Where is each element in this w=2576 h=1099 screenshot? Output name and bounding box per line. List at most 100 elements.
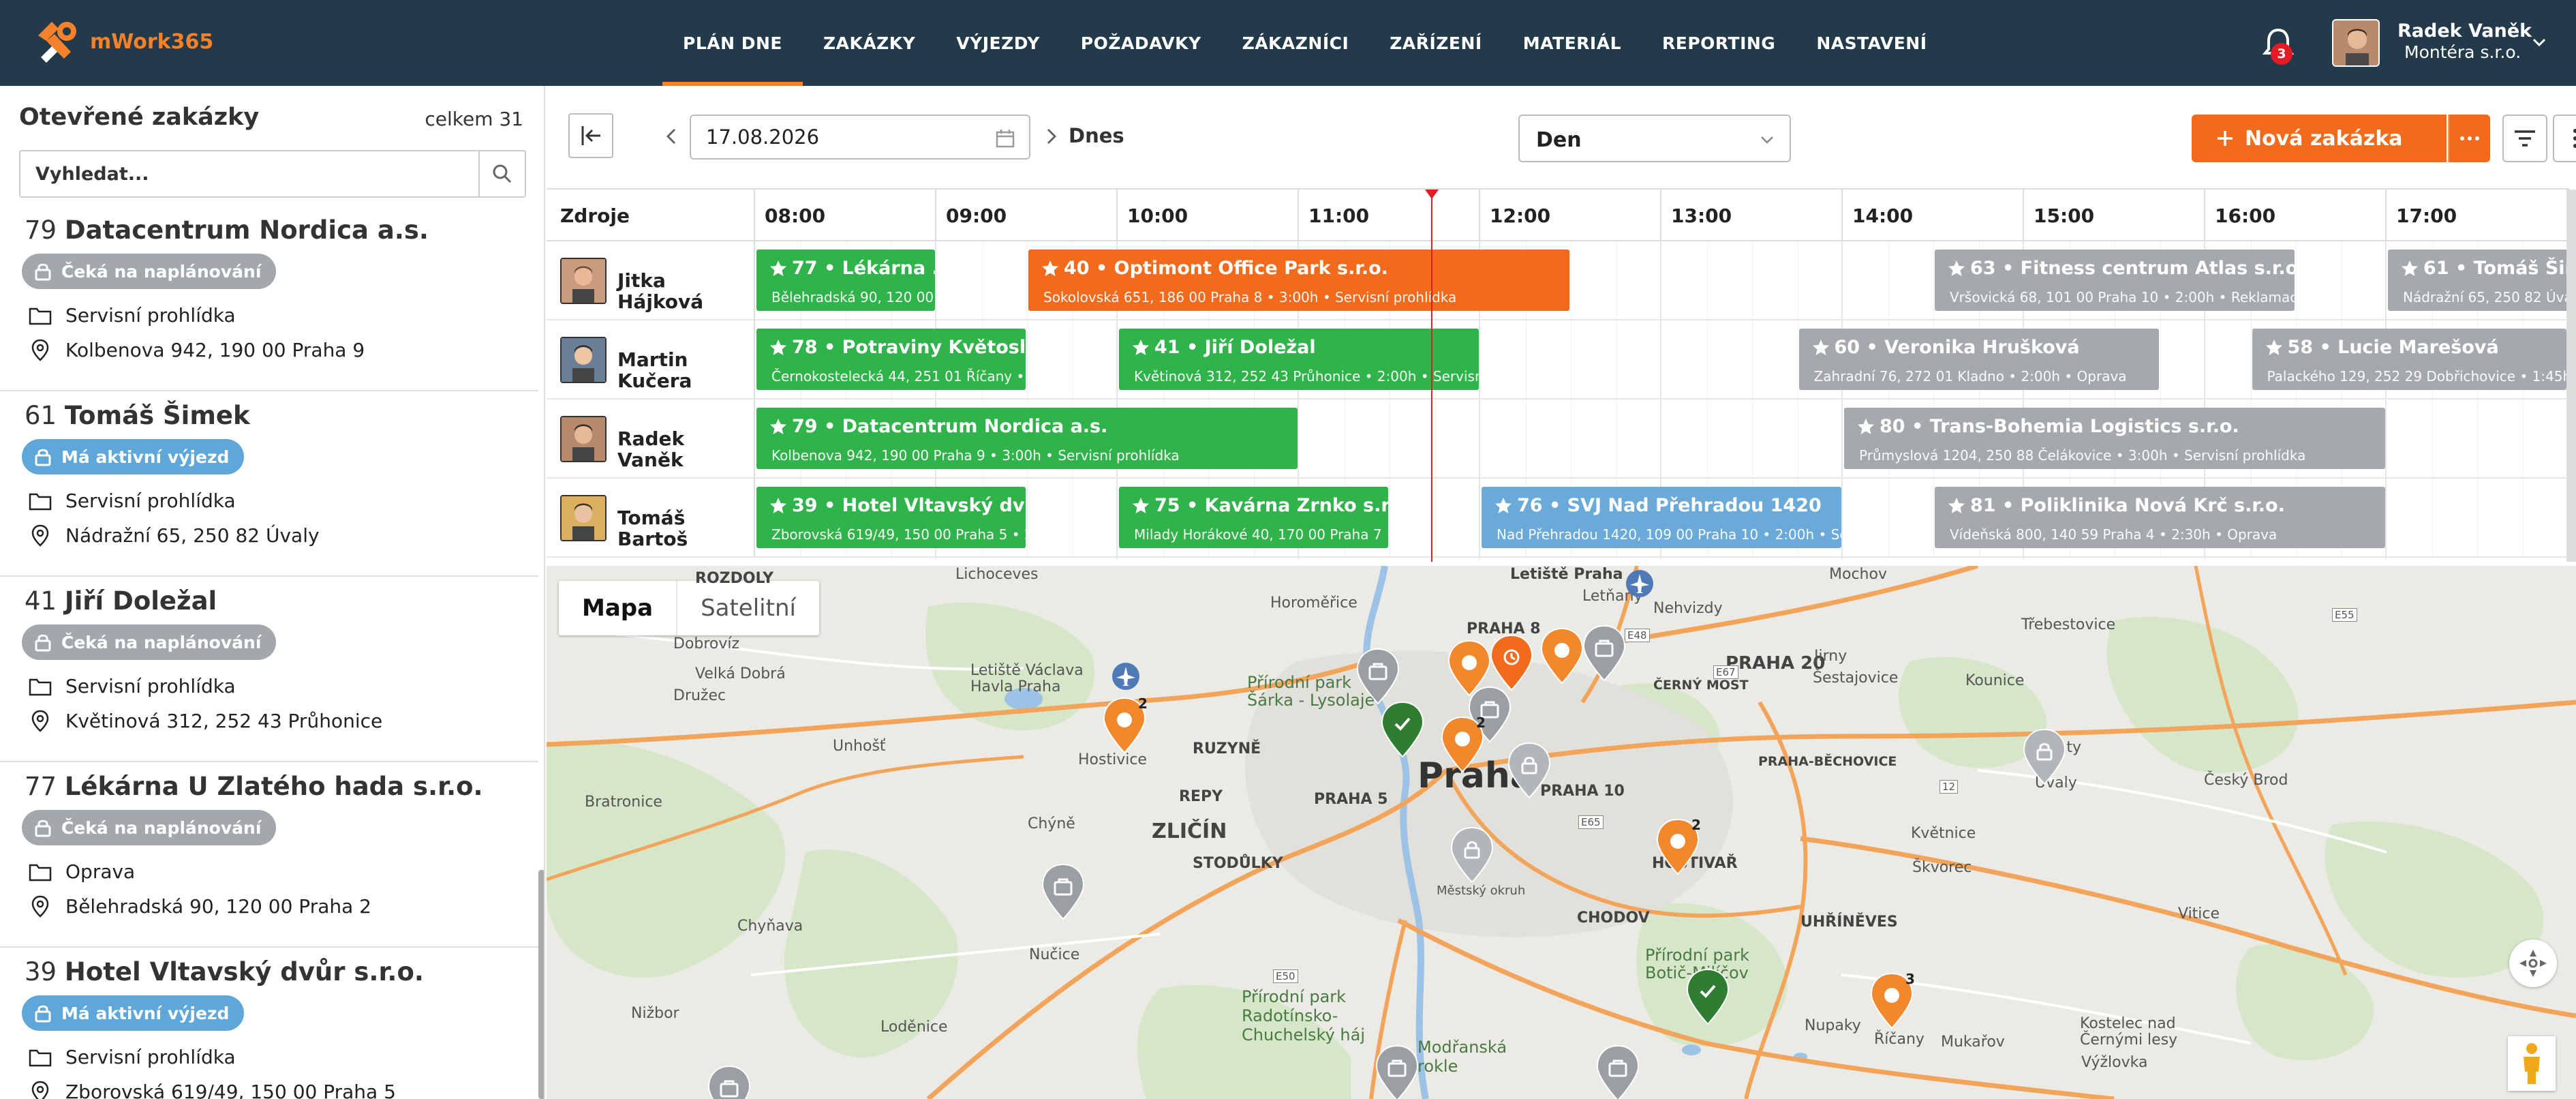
schedule-event[interactable]: 76 • SVJ Nad Přehradou 1420 Nad Přehradou…: [1482, 487, 1841, 548]
map-label: Loděnice: [880, 1019, 948, 1036]
event-title: 80 • Trans-Bohemia Logistics s.r.o.: [1880, 416, 2239, 437]
nav-nastaveni[interactable]: NASTAVENÍ: [1796, 0, 1947, 86]
schedule-event[interactable]: 79 • Datacentrum Nordica a.s. Kolbenova 9…: [756, 408, 1298, 469]
nav-zarizeni[interactable]: ZAŘÍZENÍ: [1369, 0, 1502, 86]
map-pin-check[interactable]: [1681, 967, 1735, 1031]
job-type: Servisní prohlídka: [65, 304, 236, 327]
schedule-event[interactable]: 61 • Tomáš Šimek Nádražní 65, 250 82 Úval…: [2388, 250, 2576, 311]
map-label: Letiště Praha: [1510, 566, 1623, 583]
map-type-map[interactable]: Mapa: [559, 581, 678, 635]
nav-plan-dne[interactable]: PLÁN DNE: [662, 0, 803, 86]
view-select[interactable]: Den: [1518, 115, 1791, 162]
map-pin-briefcase[interactable]: [1591, 1043, 1645, 1099]
resource-avatar: [560, 258, 607, 304]
app-logo[interactable]: mWork365: [31, 16, 213, 67]
lock-icon: [35, 449, 51, 466]
map-pin-briefcase[interactable]: [1577, 623, 1631, 687]
road-shield: E65: [1578, 815, 1604, 829]
event-subtitle: Bělehradská 90, 120 00 Praha 2: [771, 289, 935, 305]
resource-cell[interactable]: Tomáš Bartoš: [547, 479, 755, 558]
search-input[interactable]: [20, 151, 481, 196]
search-button[interactable]: [478, 151, 525, 196]
job-title[interactable]: 39 Hotel Vltavský dvůr s.r.o.: [25, 957, 424, 987]
star-icon: [1948, 498, 1965, 513]
resource-cell[interactable]: Radek Vaněk: [547, 400, 755, 479]
schedule-event[interactable]: 63 • Fitness centrum Atlas s.r.o. Vršovic…: [1935, 250, 2295, 311]
job-type: Servisní prohlídka: [65, 1046, 236, 1068]
map-location-button[interactable]: [2509, 939, 2557, 987]
user-avatar[interactable]: [2332, 19, 2380, 67]
map-label: CHODOV: [1577, 909, 1650, 927]
map-label: Družec: [673, 687, 726, 704]
location-pin-icon: [31, 1081, 49, 1099]
resource-cell[interactable]: Martin Kučera: [547, 320, 755, 400]
map-pin-check[interactable]: [1375, 699, 1430, 764]
nav-zakaznici[interactable]: ZÁKAZNÍCI: [1222, 0, 1370, 86]
logo-wrench-icon: [31, 16, 82, 67]
time-column-header: 09:00: [936, 190, 1118, 241]
date-picker[interactable]: 17.08.2026: [690, 115, 1030, 160]
nav-zakazky[interactable]: ZAKÁZKY: [803, 0, 936, 86]
map-pin[interactable]: 2: [1651, 817, 1705, 881]
resource-cell[interactable]: Jitka Hájková: [547, 241, 755, 320]
job-list-item[interactable]: 41 Jiří Doležal Čeká na naplánování Servis…: [0, 577, 538, 762]
map-pin[interactable]: 2: [1097, 695, 1152, 759]
job-list-item[interactable]: 39 Hotel Vltavský dvůr s.r.o. Má aktivní …: [0, 948, 538, 1099]
job-title[interactable]: 61 Tomáš Šimek: [25, 401, 250, 430]
map-pin-briefcase[interactable]: [1036, 862, 1090, 926]
map-label: Modřanská rokle: [1417, 1038, 1507, 1076]
today-button[interactable]: Dnes: [1069, 124, 1124, 147]
more-options-button[interactable]: [2553, 115, 2576, 162]
map-label: Vitice: [2178, 905, 2220, 922]
lock-icon: [35, 263, 51, 281]
scheduler-scrollbar[interactable]: [2566, 190, 2576, 562]
schedule-event[interactable]: 77 • Lékárna ... Bělehradská 90, 120 00 P…: [756, 250, 935, 311]
schedule-event[interactable]: 80 • Trans-Bohemia Logistics s.r.o. Průmy…: [1844, 408, 2385, 469]
map-pin-briefcase[interactable]: [1370, 1043, 1424, 1099]
job-title[interactable]: 77 Lékárna U Zlatého hada s.r.o.: [25, 772, 483, 801]
map-view[interactable]: Mapa Satelitní Praha Letiště Praha Letiš…: [547, 566, 2576, 1099]
map-pin[interactable]: 2: [1435, 714, 1490, 779]
job-title[interactable]: 79 Datacentrum Nordica a.s.: [25, 215, 429, 245]
event-subtitle: Milady Horákové 40, 170 00 Praha 7 • 1:3…: [1134, 526, 1388, 543]
job-type-row: Oprava: [29, 860, 135, 883]
nav-reporting[interactable]: REPORTING: [1642, 0, 1796, 86]
map-type-satellite[interactable]: Satelitní: [677, 581, 819, 635]
filter-button[interactable]: [2502, 115, 2547, 162]
next-day-button[interactable]: [1041, 127, 1060, 146]
schedule-event[interactable]: 81 • Poliklinika Nová Krč s.r.o. Vídeňská…: [1935, 487, 2385, 548]
map-pin[interactable]: 3: [1865, 971, 1919, 1035]
map-pin-lock[interactable]: [1502, 740, 1557, 804]
map-pin-briefcase[interactable]: [702, 1064, 756, 1099]
previous-day-button[interactable]: [662, 127, 681, 146]
schedule-event[interactable]: 75 • Kavárna Zrnko s.r.o. Milady Horákové…: [1119, 487, 1388, 548]
chevron-down-icon[interactable]: [2530, 33, 2549, 52]
map-label: PRAHA-BĚCHOVICE: [1758, 754, 1897, 769]
more-vertical-icon: [2573, 129, 2576, 148]
schedule-event[interactable]: 39 • Hotel Vltavský dvůr Zborovská 619/49…: [756, 487, 1026, 548]
job-title[interactable]: 41 Jiří Doležal: [25, 586, 217, 616]
schedule-event[interactable]: 58 • Lucie Marešová Palackého 129, 252 29…: [2252, 329, 2566, 390]
schedule-event[interactable]: 41 • Jiří Doležal Květinová 312, 252 43 P…: [1119, 329, 1479, 390]
map-pin-lock[interactable]: [2017, 727, 2072, 791]
schedule-event[interactable]: 60 • Veronika Hrušková Zahradní 76, 272 0…: [1798, 329, 2159, 390]
new-job-more-button[interactable]: [2448, 115, 2490, 162]
job-list-item[interactable]: 79 Datacentrum Nordica a.s. Čeká na naplá…: [0, 206, 538, 391]
calendar-icon[interactable]: [995, 128, 1015, 149]
street-view-button[interactable]: [2508, 1036, 2556, 1091]
user-name[interactable]: Radek Vaněk: [2397, 20, 2532, 42]
job-list-item[interactable]: 61 Tomáš Šimek Má aktivní výjezd Servisní …: [0, 391, 538, 577]
sidebar-scrollbar[interactable]: [538, 870, 544, 1099]
job-list-item[interactable]: 77 Lékárna U Zlatého hada s.r.o. Čeká na …: [0, 762, 538, 948]
nav-pozadavky[interactable]: POŽADAVKY: [1060, 0, 1222, 86]
nav-vyjezdy[interactable]: VÝJEZDY: [936, 0, 1060, 86]
new-job-button[interactable]: Nová zakázka: [2192, 115, 2447, 162]
star-icon: [770, 340, 786, 355]
event-title: 81 • Poliklinika Nová Krč s.r.o.: [1970, 495, 2285, 516]
schedule-event[interactable]: 78 • Potraviny Květoslav Černokostelecká …: [756, 329, 1026, 390]
map-pin-lock[interactable]: [1445, 825, 1499, 889]
nav-material[interactable]: MATERIÁL: [1503, 0, 1642, 86]
view-select-value: Den: [1536, 128, 1582, 152]
schedule-event[interactable]: 40 • Optimont Office Park s.r.o. Sokolovs…: [1028, 250, 1569, 311]
collapse-sidebar-button[interactable]: [568, 113, 613, 158]
